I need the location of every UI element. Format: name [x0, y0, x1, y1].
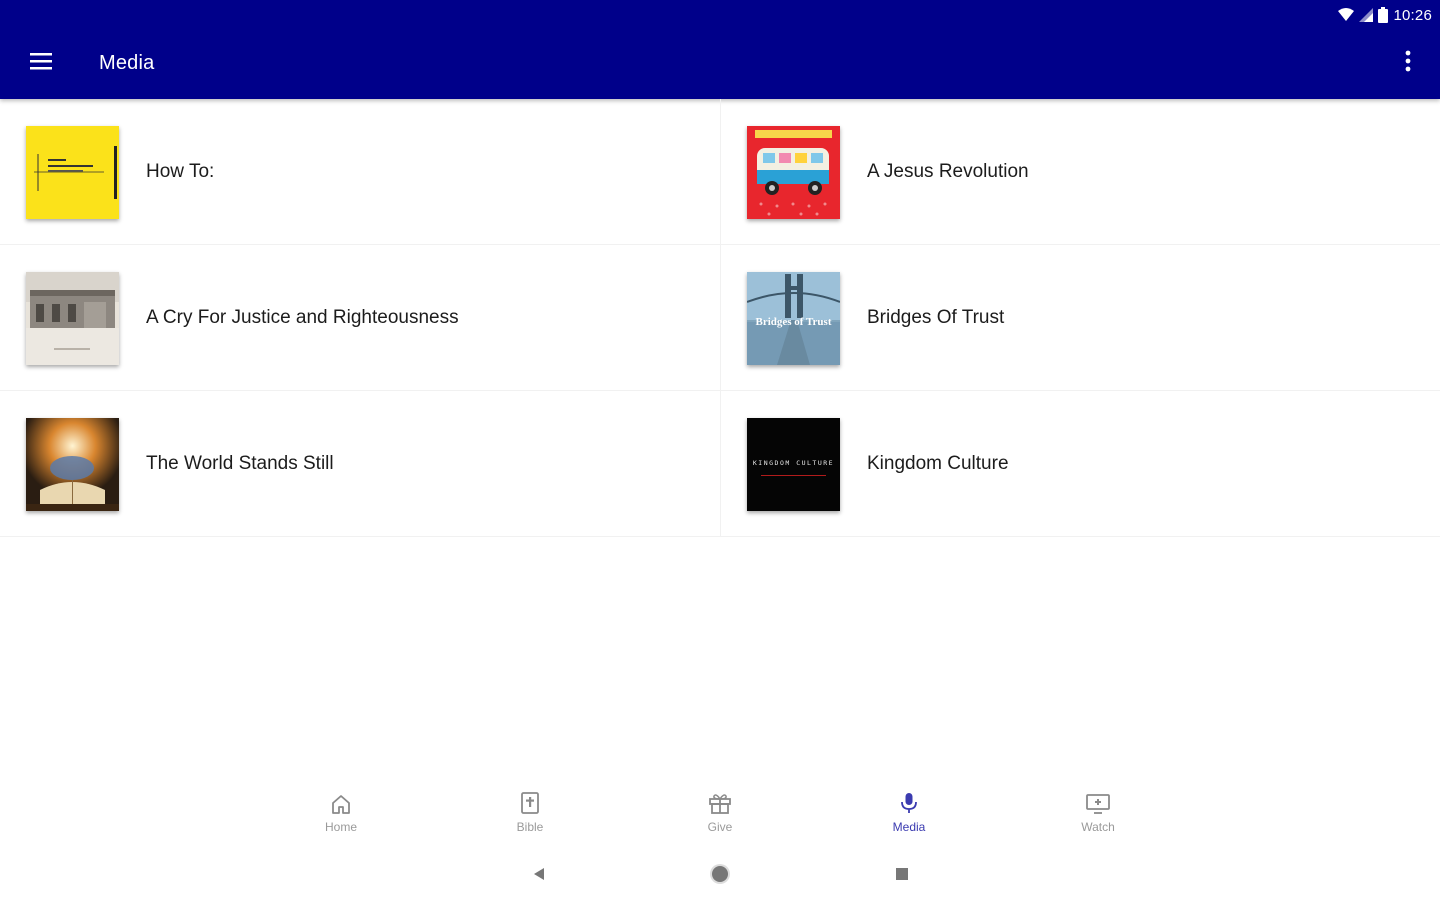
nav-home[interactable]: Home — [296, 783, 386, 843]
media-item-title: Bridges Of Trust — [867, 307, 1005, 328]
menu-button[interactable] — [22, 44, 60, 82]
media-item-bridges-of-trust[interactable]: Bridges of Trust Bridges Of Trust — [721, 245, 1440, 391]
battery-icon — [1378, 7, 1389, 23]
wifi-icon — [1338, 8, 1355, 22]
media-item-title: A Cry For Justice and Righteousness — [146, 307, 459, 328]
recents-square-icon — [895, 867, 909, 886]
system-navigation — [0, 855, 1440, 895]
media-item-the-world-stands-still[interactable]: The World Stands Still — [0, 391, 721, 537]
microphone-icon — [898, 783, 920, 817]
nav-bible[interactable]: Bible — [485, 783, 575, 843]
thumb-text: KINGDOM CULTURE — [753, 459, 834, 467]
monitor-icon — [1085, 783, 1111, 817]
media-grid: How To: A Jesus Revolution A Cry For Jus… — [0, 99, 1440, 539]
media-item-how-to[interactable]: How To: — [0, 99, 721, 245]
nav-give[interactable]: Give — [675, 783, 765, 843]
nav-media[interactable]: Media — [864, 783, 954, 843]
bible-icon — [519, 783, 541, 817]
thumb-text: Bridges of Trust — [756, 316, 832, 328]
media-thumbnail: Bridges of Trust — [747, 272, 840, 365]
recents-button[interactable] — [889, 863, 915, 889]
app-bar: 10:26 Media — [0, 0, 1440, 99]
nav-label: Give — [707, 820, 733, 834]
nav-label: Bible — [516, 820, 544, 834]
nav-label: Media — [892, 820, 926, 834]
gift-icon — [708, 783, 732, 817]
signal-icon — [1359, 8, 1374, 22]
media-item-title: How To: — [146, 161, 215, 182]
media-thumbnail — [747, 126, 840, 219]
bottom-navigation: Home Bible Give Media Watch — [0, 783, 1440, 843]
home-circle-icon — [710, 863, 730, 889]
media-item-title: The World Stands Still — [146, 453, 334, 474]
media-item-kingdom-culture[interactable]: KINGDOM CULTURE Kingdom Culture — [721, 391, 1440, 537]
overflow-menu-button[interactable] — [1394, 44, 1422, 82]
nav-label: Watch — [1081, 820, 1115, 834]
media-item-title: A Jesus Revolution — [867, 161, 1029, 182]
page-title: Media — [99, 52, 155, 74]
media-thumbnail — [26, 418, 119, 511]
media-item-a-jesus-revolution[interactable]: A Jesus Revolution — [721, 99, 1440, 245]
nav-watch[interactable]: Watch — [1053, 783, 1143, 843]
back-triangle-icon — [533, 867, 545, 886]
status-time: 10:26 — [1393, 6, 1432, 24]
media-thumbnail: KINGDOM CULTURE — [747, 418, 840, 511]
media-thumbnail — [26, 126, 119, 219]
status-bar: 10:26 — [1338, 5, 1432, 25]
home-icon — [330, 783, 352, 817]
back-button[interactable] — [526, 863, 552, 889]
nav-label: Home — [324, 820, 357, 834]
home-system-button[interactable] — [707, 863, 733, 889]
media-item-title: Kingdom Culture — [867, 453, 1009, 474]
media-item-a-cry-for-justice[interactable]: A Cry For Justice and Righteousness — [0, 245, 721, 391]
hamburger-icon — [30, 52, 52, 75]
media-thumbnail — [26, 272, 119, 365]
more-vert-icon — [1405, 50, 1411, 77]
